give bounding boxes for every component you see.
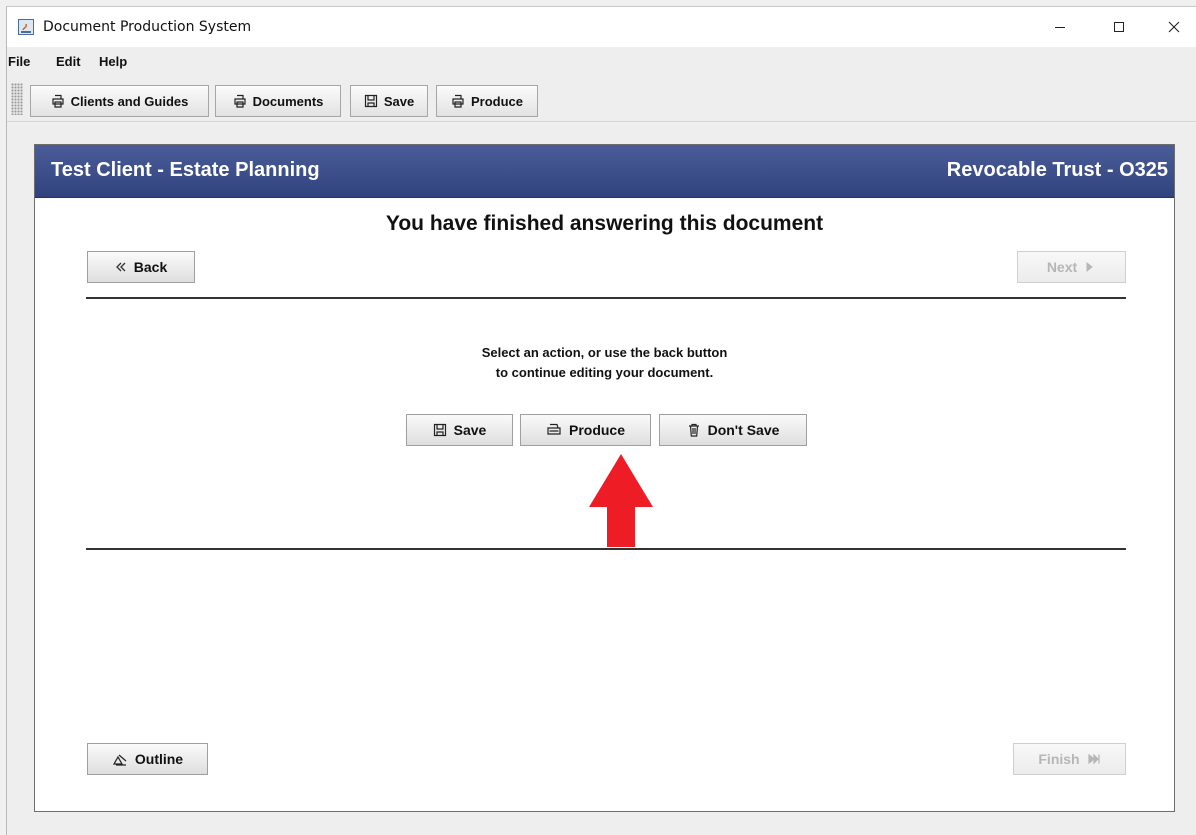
documents-label: Documents xyxy=(252,93,324,109)
save-label: Save xyxy=(453,422,487,438)
window-title: Document Production System xyxy=(43,19,252,35)
instructions: Select an action, or use the back button… xyxy=(35,343,1174,383)
toolbar-save-label: Save xyxy=(383,93,415,109)
back-button[interactable]: Back xyxy=(87,251,195,283)
panel-header: Test Client - Estate Planning Revocable … xyxy=(35,145,1174,198)
toolbar: Clients and Guides Documents Save Produc… xyxy=(7,75,1196,122)
menu-edit[interactable]: Edit xyxy=(56,54,81,69)
clients-and-guides-button[interactable]: Clients and Guides xyxy=(30,85,209,117)
printer-icon xyxy=(233,94,246,108)
minimize-icon xyxy=(1055,27,1065,28)
maximize-button[interactable] xyxy=(1096,7,1142,47)
toolbar-produce-label: Produce xyxy=(470,93,523,109)
dont-save-button[interactable]: Don't Save xyxy=(659,414,807,446)
java-app-icon xyxy=(18,19,34,35)
back-label: Back xyxy=(133,259,168,275)
toolbar-produce-button[interactable]: Produce xyxy=(436,85,538,117)
app-window: Document Production System File Edit Hel… xyxy=(6,6,1196,835)
trash-icon xyxy=(688,423,699,437)
finish-button[interactable]: Finish xyxy=(1013,743,1126,775)
instruction-line-1: Select an action, or use the back button xyxy=(481,345,728,360)
menu-help[interactable]: Help xyxy=(99,54,127,69)
produce-label: Produce xyxy=(568,422,625,438)
document-title: Revocable Trust - O325 xyxy=(946,159,1168,181)
next-button[interactable]: Next xyxy=(1017,251,1126,283)
outline-label: Outline xyxy=(134,751,184,767)
produce-button[interactable]: Produce xyxy=(520,414,651,446)
chevron-right-icon xyxy=(1086,261,1093,273)
toolbar-save-button[interactable]: Save xyxy=(350,85,428,117)
red-arrow-annotation xyxy=(589,454,653,547)
completion-heading: You have finished answering this documen… xyxy=(385,212,824,235)
finish-label: Finish xyxy=(1038,751,1080,767)
dont-save-label: Don't Save xyxy=(707,422,780,438)
printer-icon xyxy=(452,94,464,108)
clients-and-guides-label: Clients and Guides xyxy=(70,93,189,109)
printer-icon xyxy=(547,423,561,435)
maximize-icon xyxy=(1114,22,1124,32)
save-button[interactable]: Save xyxy=(406,414,513,446)
documents-button[interactable]: Documents xyxy=(215,85,341,117)
minimize-button[interactable] xyxy=(1037,7,1083,47)
printer-icon xyxy=(52,94,64,108)
save-icon xyxy=(433,423,446,437)
next-label: Next xyxy=(1046,259,1078,275)
outline-icon xyxy=(112,754,127,766)
toolbar-grip[interactable] xyxy=(11,83,23,115)
close-icon xyxy=(1168,21,1180,33)
save-icon xyxy=(364,94,377,108)
bottom-divider xyxy=(86,548,1126,550)
menu-file[interactable]: File xyxy=(8,54,30,69)
menu-bar: File Edit Help xyxy=(7,47,1196,75)
title-bar[interactable]: Document Production System xyxy=(7,7,1196,47)
interview-panel: Test Client - Estate Planning Revocable … xyxy=(34,144,1175,812)
instruction-line-2: to continue editing your document. xyxy=(495,365,714,380)
client-title: Test Client - Estate Planning xyxy=(51,159,320,181)
chevron-left-icon xyxy=(115,262,126,272)
top-divider xyxy=(86,297,1126,299)
finish-icon xyxy=(1088,753,1100,765)
close-button[interactable] xyxy=(1151,7,1196,47)
outline-button[interactable]: Outline xyxy=(87,743,208,775)
